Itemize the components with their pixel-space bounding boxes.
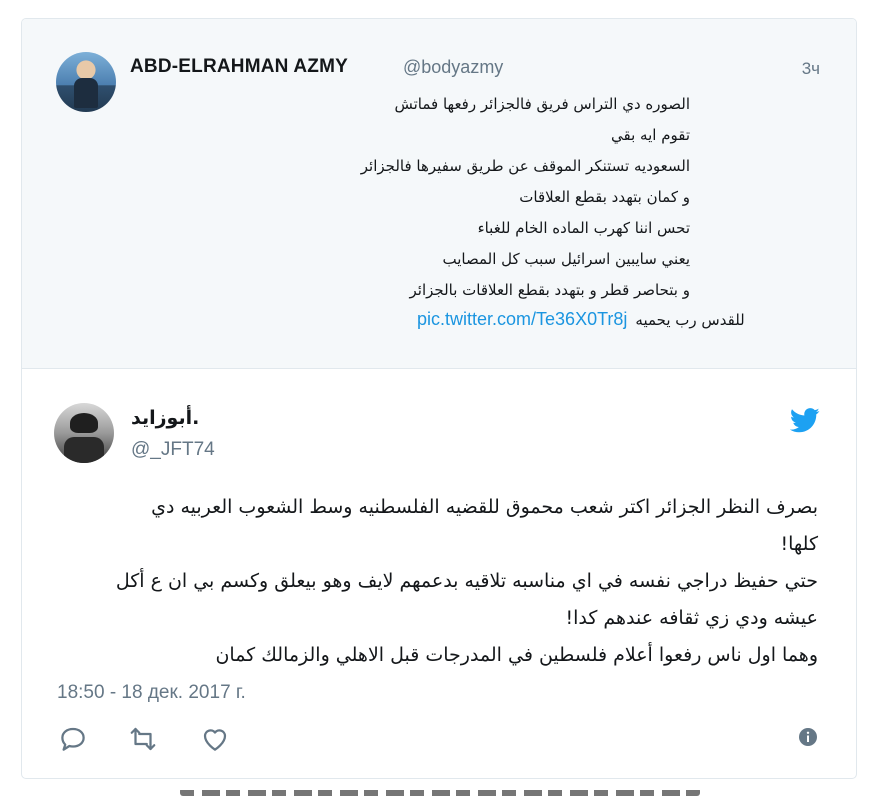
quoted-tweet-text: الصوره دي التراس فريق فالجزائر رفعها فما… — [170, 89, 690, 306]
tweet-line: عيشه ودي زي ثقافه عندهم كدا! — [565, 607, 818, 629]
author-name[interactable]: أبوزايد. — [131, 407, 199, 429]
retweet-icon-svg — [130, 727, 156, 751]
reply-icon[interactable] — [58, 724, 88, 754]
info-icon-svg — [799, 728, 817, 746]
tweet-line: بصرف النظر الجزائر اكتر شعب محموق للقضيه… — [151, 496, 818, 518]
quoted-last-line: pic.twitter.com/Te36X0Tr8j للقدس رب يحميه — [417, 309, 745, 330]
cropped-text-below — [180, 790, 700, 804]
info-icon[interactable] — [798, 727, 818, 747]
quoted-line: للقدس رب يحميه — [635, 311, 745, 329]
quoted-author-avatar[interactable] — [56, 52, 116, 112]
quoted-line: السعوديه تستنكر الموقف عن طريق سفيرها فا… — [360, 157, 690, 175]
quoted-line: و بتحاصر قطر و بتهدد بقطع العلاقات بالجز… — [409, 281, 690, 299]
author-avatar[interactable] — [54, 403, 114, 463]
tweet-actions — [22, 724, 856, 764]
retweet-icon[interactable] — [128, 724, 158, 754]
heart-icon-svg — [203, 729, 227, 751]
quoted-author-handle[interactable]: @bodyazmy — [403, 57, 503, 78]
twitter-bird-icon[interactable] — [789, 408, 820, 434]
tweet-line: كلها! — [780, 533, 819, 555]
embedded-tweet-card: ABD-ELRAHMAN AZMY @bodyazmy 3ч الصوره دي… — [21, 18, 857, 779]
quoted-line: الصوره دي التراس فريق فالجزائر رفعها فما… — [394, 95, 690, 113]
quoted-line: يعني سايبين اسرائيل سبب كل المصايب — [442, 250, 690, 268]
quoted-line: تحس اننا كهرب الماده الخام للغباء — [477, 219, 690, 237]
tweet-text: بصرف النظر الجزائر اكتر شعب محموق للقضيه… — [58, 489, 818, 674]
quoted-media-link[interactable]: pic.twitter.com/Te36X0Tr8j — [417, 309, 627, 329]
tweet-line: حتي حفيظ دراجي نفسه في اي مناسبه تلاقيه … — [115, 570, 818, 592]
cropped-text-glyphs — [180, 790, 700, 796]
quoted-line: و كمان بتهدد بقطع العلاقات — [519, 188, 690, 206]
tweet-timestamp[interactable]: 18:50 - 18 дек. 2017 г. — [57, 682, 246, 704]
quoted-tweet-time[interactable]: 3ч — [802, 59, 820, 79]
author-handle[interactable]: @_JFT74 — [131, 439, 215, 461]
quoted-author-name[interactable]: ABD-ELRAHMAN AZMY — [130, 56, 348, 78]
twitter-bird-icon-svg — [789, 408, 820, 433]
quoted-line: تقوم ايه بقي — [611, 126, 690, 144]
reply-icon-svg — [61, 727, 85, 751]
tweet-line: وهما اول ناس رفعوا أعلام فلسطين في المدر… — [215, 644, 818, 666]
quoted-tweet[interactable]: ABD-ELRAHMAN AZMY @bodyazmy 3ч الصوره دي… — [22, 19, 856, 369]
heart-icon[interactable] — [200, 724, 230, 754]
